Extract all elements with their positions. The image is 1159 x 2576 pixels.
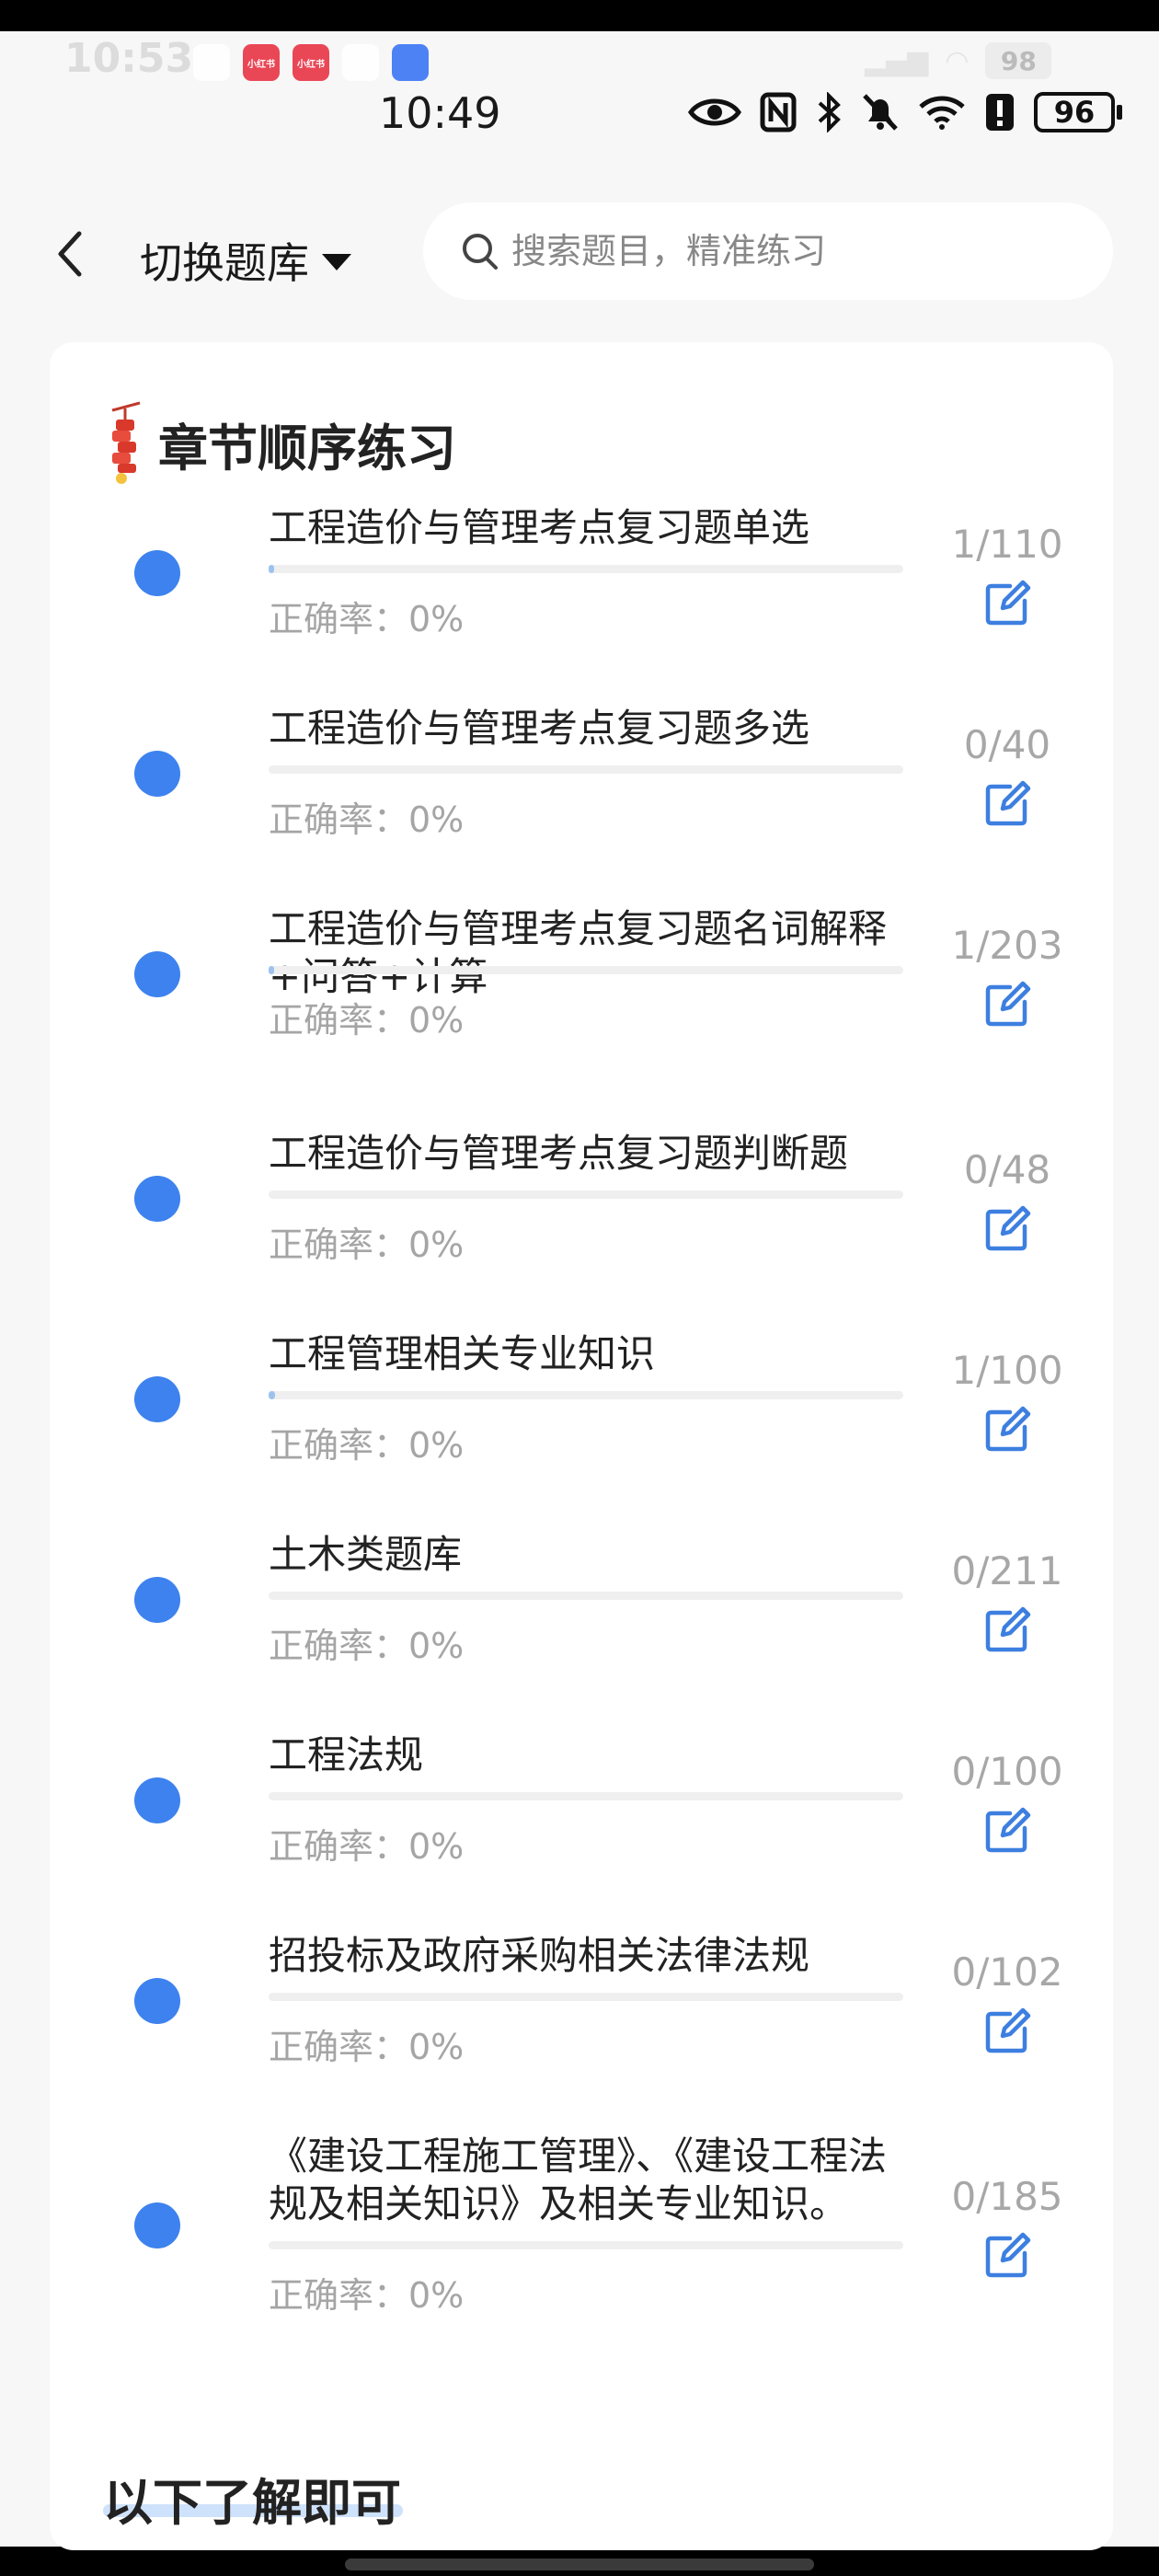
app-icon-a bbox=[342, 44, 379, 81]
edit-practice-icon[interactable] bbox=[982, 1806, 1032, 1856]
overlay-signal-icon: ▂▄▆ bbox=[865, 44, 929, 77]
accuracy-label: 正确率：0% bbox=[269, 799, 465, 840]
overlay-notification-icons: 小红书 小红书 bbox=[193, 44, 429, 81]
question-count: 0/48 bbox=[963, 1146, 1051, 1192]
chapter-bullet-dot bbox=[134, 950, 180, 997]
question-count: 0/102 bbox=[951, 1949, 1063, 1995]
chapter-bullet-dot bbox=[134, 1576, 180, 1623]
home-indicator[interactable] bbox=[345, 2559, 814, 2570]
question-count: 1/100 bbox=[951, 1347, 1063, 1393]
status-time: 10:49 bbox=[379, 88, 501, 138]
progress-bar bbox=[269, 2241, 903, 2249]
accuracy-label: 正确率：0% bbox=[269, 1826, 465, 1867]
edit-practice-icon[interactable] bbox=[982, 980, 1032, 1029]
chapter-bullet-dot bbox=[134, 1375, 180, 1422]
switch-question-bank-label: 切换题库 bbox=[140, 238, 309, 288]
overlay-battery: 98 bbox=[985, 42, 1052, 79]
question-count: 0/40 bbox=[963, 721, 1051, 767]
firecracker-icon bbox=[111, 401, 141, 484]
status-bar-top-edge bbox=[0, 0, 1159, 31]
chapter-bullet-dot bbox=[134, 549, 180, 596]
nfc-icon bbox=[760, 92, 797, 132]
accuracy-label: 正确率：0% bbox=[269, 1225, 465, 1265]
chapter-bullet-dot bbox=[134, 1977, 180, 2024]
accuracy-label: 正确率：0% bbox=[269, 1626, 465, 1666]
alert-icon bbox=[986, 94, 1014, 131]
app-icon-xiaohongshu-2: 小红书 bbox=[293, 44, 329, 81]
footer-section-title: 以下了解即可 bbox=[103, 2474, 401, 2532]
progress-bar bbox=[269, 1190, 903, 1199]
app-icon-search bbox=[193, 44, 230, 81]
edit-practice-icon[interactable] bbox=[982, 779, 1032, 829]
status-icons: 96 bbox=[688, 92, 1122, 132]
accuracy-label: 正确率：0% bbox=[269, 2027, 465, 2067]
question-count: 1/203 bbox=[951, 922, 1063, 968]
wifi-icon bbox=[919, 96, 965, 130]
edit-practice-icon[interactable] bbox=[982, 2231, 1032, 2281]
edit-practice-icon[interactable] bbox=[982, 1605, 1032, 1655]
switch-question-bank-button[interactable]: 切换题库 bbox=[140, 230, 351, 291]
progress-bar-fill bbox=[269, 565, 275, 573]
progress-bar-fill bbox=[269, 966, 275, 974]
progress-bar-fill bbox=[269, 1391, 275, 1399]
chapter-title: 工程管理相关专业知识 bbox=[269, 1331, 656, 1376]
search-bar[interactable] bbox=[423, 202, 1113, 300]
chapter-bullet-dot bbox=[134, 2202, 180, 2248]
accuracy-label: 正确率：0% bbox=[269, 599, 465, 639]
battery-indicator: 96 bbox=[1034, 92, 1122, 132]
progress-bar bbox=[269, 565, 903, 573]
chapter-title: 工程造价与管理考点复习题多选 bbox=[269, 706, 810, 751]
chapter-title: 工程法规 bbox=[269, 1732, 424, 1777]
overlay-wifi-icon: ◠ bbox=[945, 44, 970, 77]
search-input[interactable] bbox=[511, 231, 1063, 271]
bluetooth-icon bbox=[818, 92, 841, 132]
question-count: 0/185 bbox=[951, 2173, 1063, 2219]
eye-icon bbox=[688, 98, 741, 126]
progress-bar bbox=[269, 765, 903, 774]
chapter-bullet-dot bbox=[134, 1175, 180, 1222]
overlay-status-icons: ▂▄▆ ◠ 98 bbox=[865, 42, 1052, 79]
chapter-bullet-dot bbox=[134, 750, 180, 797]
progress-bar bbox=[269, 1592, 903, 1600]
progress-bar bbox=[269, 1792, 903, 1800]
back-arrow-icon[interactable] bbox=[52, 226, 88, 282]
question-count: 0/211 bbox=[951, 1547, 1063, 1593]
chapter-title: 招投标及政府采购相关法律法规 bbox=[269, 1933, 810, 1978]
app-icon-u bbox=[392, 44, 429, 81]
edit-practice-icon[interactable] bbox=[982, 2007, 1032, 2056]
progress-bar bbox=[269, 1993, 903, 2001]
accuracy-label: 正确率：0% bbox=[269, 2275, 465, 2316]
top-nav: 切换题库 bbox=[0, 199, 1159, 309]
progress-bar bbox=[269, 966, 903, 974]
accuracy-label: 正确率：0% bbox=[269, 1000, 465, 1041]
chapter-title: 工程造价与管理考点复习题判断题 bbox=[269, 1131, 849, 1176]
edit-practice-icon[interactable] bbox=[982, 579, 1032, 628]
edit-practice-icon[interactable] bbox=[982, 1204, 1032, 1254]
edit-practice-icon[interactable] bbox=[982, 1405, 1032, 1455]
search-icon bbox=[463, 234, 498, 270]
accuracy-label: 正确率：0% bbox=[269, 1425, 465, 1466]
question-count: 0/100 bbox=[951, 1748, 1063, 1794]
chapter-title: 工程造价与管理考点复习题单选 bbox=[269, 505, 810, 550]
chapter-title: 工程造价与管理考点复习题名词解释+问答+计算 bbox=[269, 906, 888, 999]
chapter-title: 《建设工程施工管理》、《建设工程法规及相关知识》及相关专业知识。 bbox=[269, 2133, 888, 2226]
chapter-title: 土木类题库 bbox=[269, 1532, 463, 1577]
caret-down-icon bbox=[322, 254, 351, 270]
section-title: 章节顺序练习 bbox=[158, 419, 456, 477]
mute-bell-icon bbox=[863, 94, 898, 131]
overlay-status-time: 10:53 bbox=[64, 35, 194, 82]
progress-bar bbox=[269, 1391, 903, 1399]
section-header: 章节顺序练习 bbox=[103, 401, 456, 486]
question-count: 1/110 bbox=[951, 521, 1063, 567]
app-icon-xiaohongshu-1: 小红书 bbox=[243, 44, 280, 81]
chapter-bullet-dot bbox=[134, 1777, 180, 1823]
